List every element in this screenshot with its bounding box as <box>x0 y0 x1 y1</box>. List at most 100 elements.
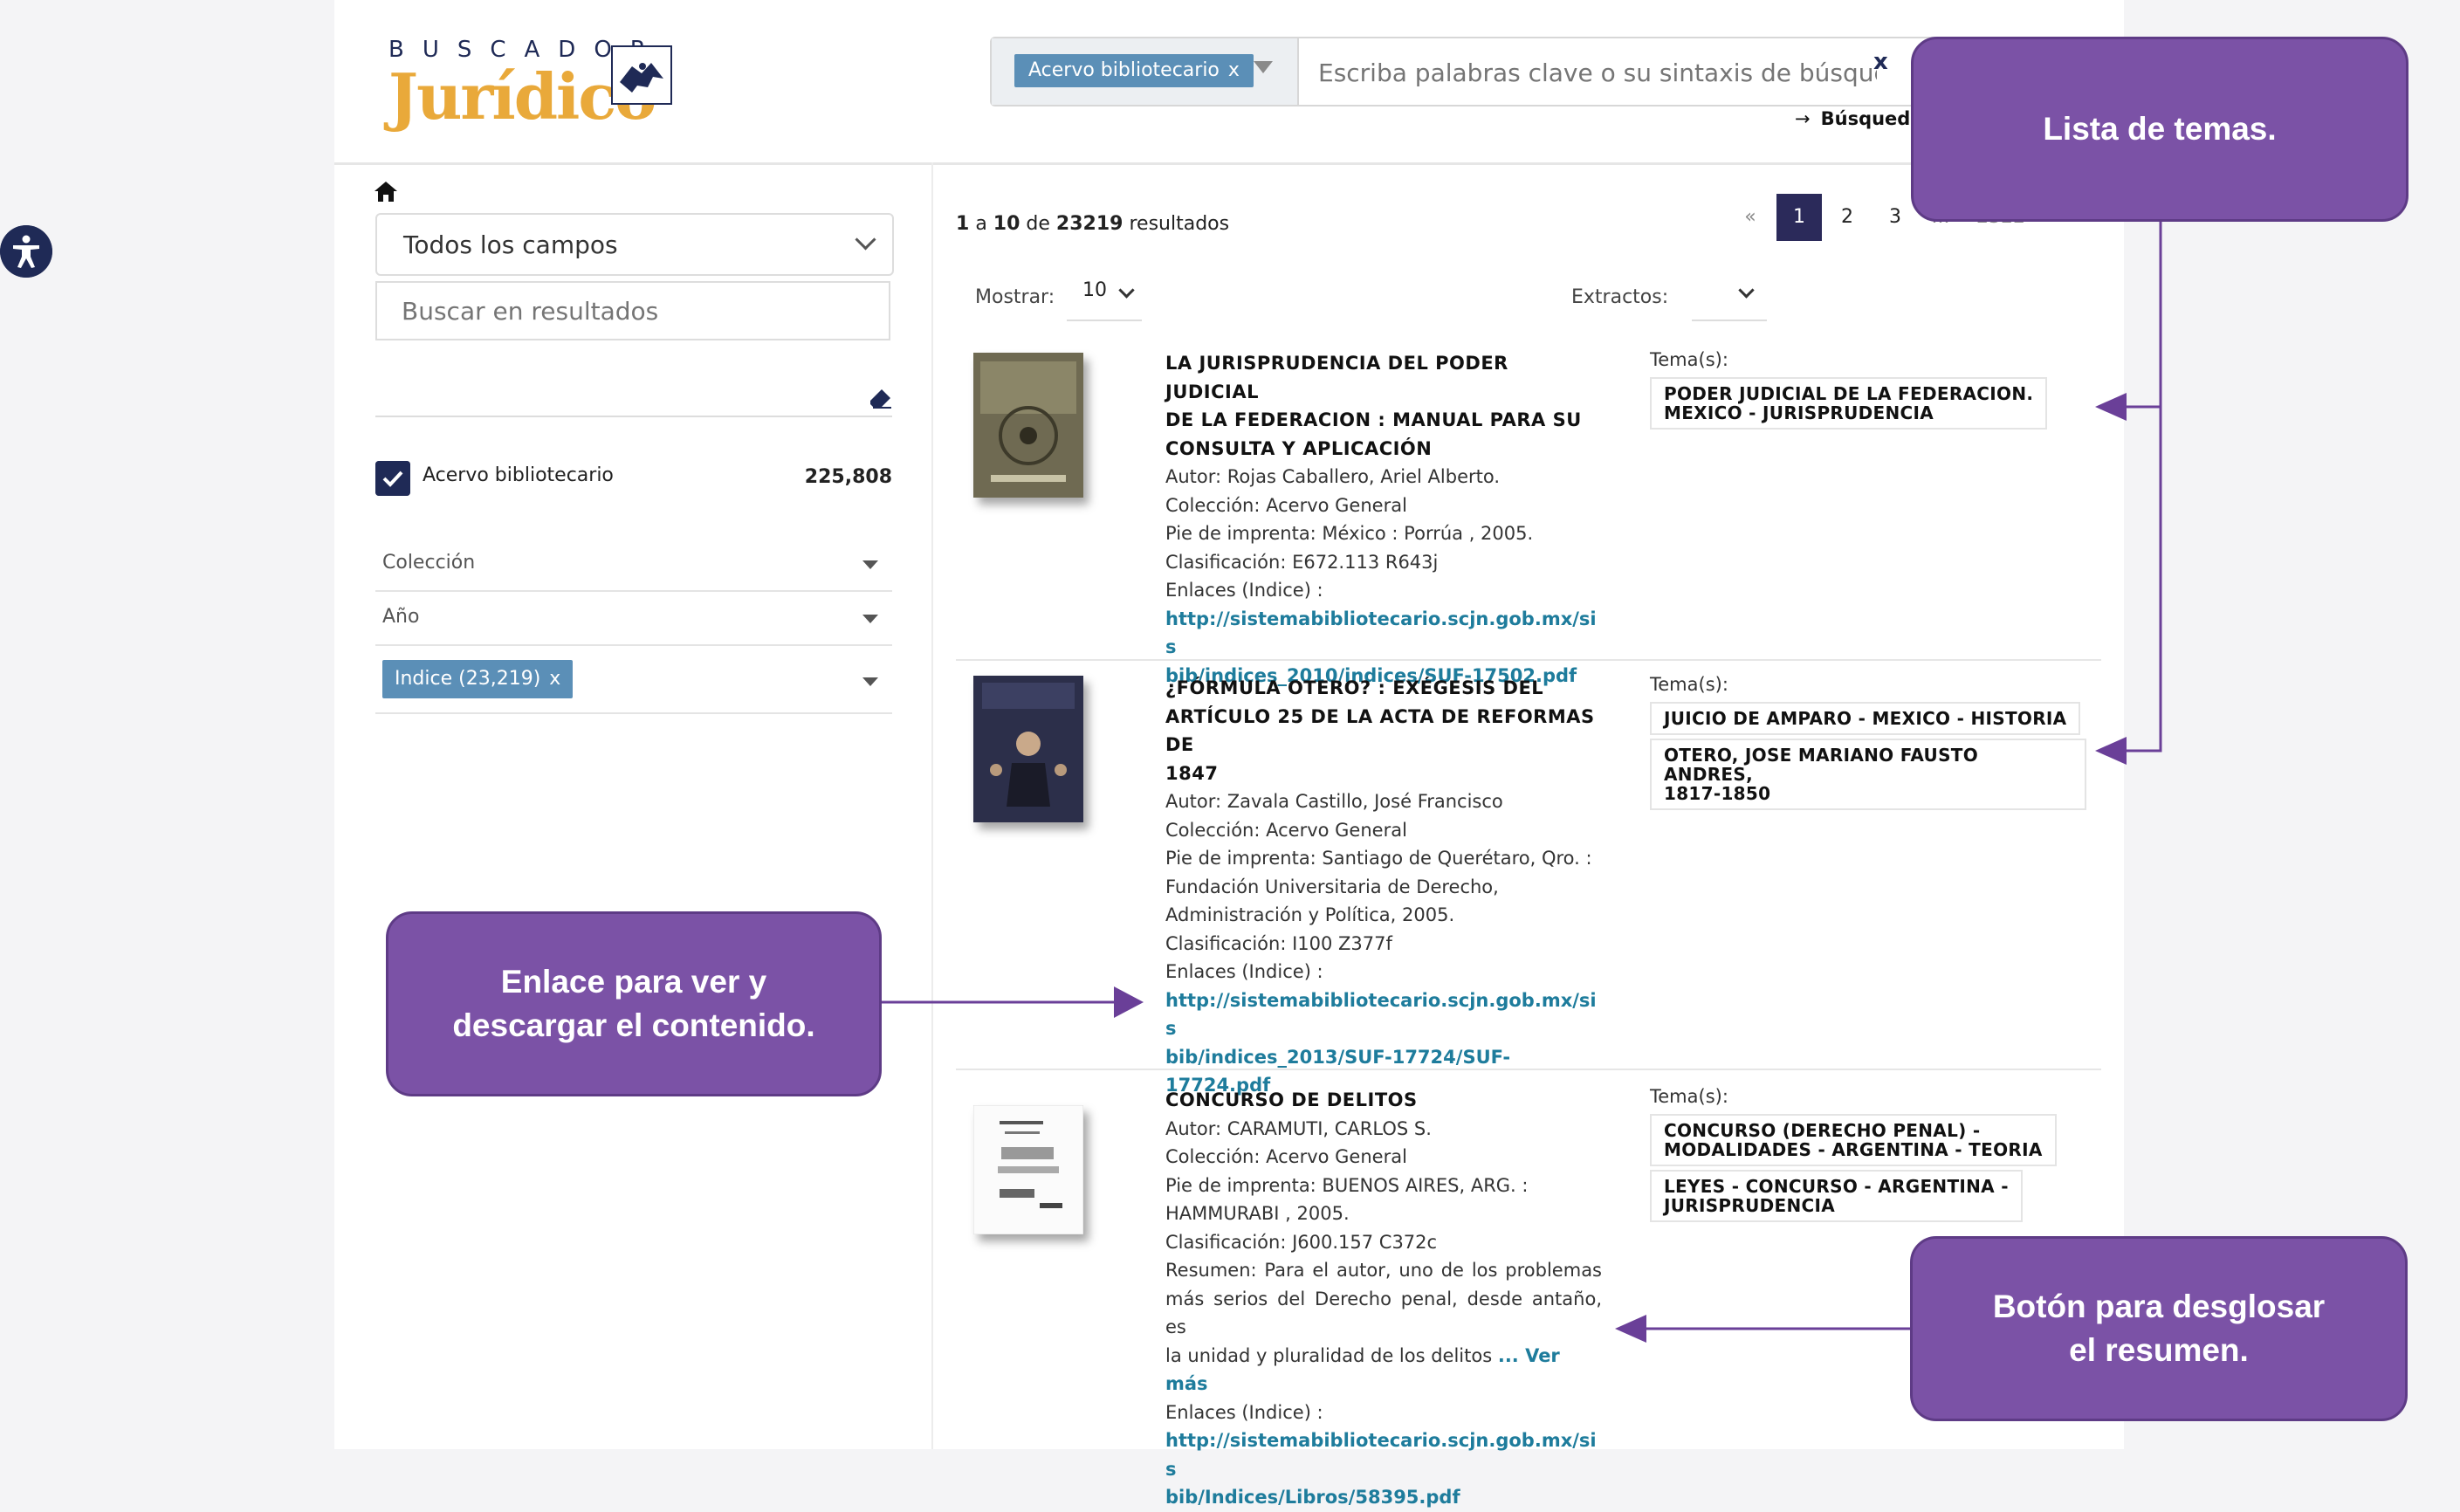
result-body: LA JURISPRUDENCIA DEL PODER JUDICIAL DE … <box>1165 349 1602 690</box>
summary-line: Resumen: Para el autor, uno de los probl… <box>1165 1260 1602 1281</box>
results-total: 23219 <box>1055 213 1123 235</box>
facet-checkbox[interactable] <box>375 461 410 496</box>
topic-tag[interactable]: PODER JUDICIAL DE LA FEDERACION. MEXICO … <box>1650 377 2048 430</box>
book-cover-image[interactable] <box>973 353 1083 498</box>
results-a: a <box>975 213 987 235</box>
extracts-label: Extractos: <box>1571 286 1669 308</box>
result-collection: Colección: Acervo General <box>1165 1146 1407 1167</box>
show-label: Mostrar: <box>975 286 1055 308</box>
book-cover-image[interactable] <box>973 676 1083 822</box>
year-filter-label: Año <box>382 606 420 628</box>
topics-label: Tema(s): <box>1650 349 1728 370</box>
result-classification: Clasificación: J600.157 C372c <box>1165 1231 1438 1253</box>
result-title[interactable]: ¿FÓRMULA OTERO? : EXÉGESIS DEL ARTÍCULO … <box>1165 674 1602 787</box>
result-links-label: Enlaces (Indice) : <box>1165 1401 1323 1423</box>
facet-label: Acervo bibliotecario <box>423 464 614 486</box>
extracts-select[interactable] <box>1692 272 1767 321</box>
scope-selector[interactable]: Acervo bibliotecario x <box>992 38 1299 105</box>
result-title-line: CONSULTA Y APLICACIÓN <box>1165 437 1433 459</box>
result-classification: Clasificación: I100 Z377f <box>1165 932 1392 954</box>
book-cover-image[interactable] <box>973 1105 1083 1234</box>
result-title[interactable]: CONCURSO DE DELITOS <box>1165 1086 1602 1115</box>
accessibility-icon[interactable] <box>0 225 52 278</box>
scope-chip-label: Acervo bibliotecario <box>1028 59 1220 81</box>
eagle-emblem-icon <box>611 45 672 105</box>
caret-down-icon <box>862 677 878 686</box>
callout-summary: Botón para desglosar el resumen. <box>1910 1236 2408 1421</box>
arrow-right-icon: → <box>1795 108 1811 129</box>
topic-tag[interactable]: CONCURSO (DERECHO PENAL) - MODALIDADES -… <box>1650 1114 2057 1166</box>
summary-line: la unidad y pluralidad de los delitos <box>1165 1344 1493 1366</box>
results-search-input[interactable] <box>375 281 890 340</box>
result-author: Autor: Rojas Caballero, Ariel Alberto. <box>1165 466 1501 487</box>
result-title-line: CONCURSO DE DELITOS <box>1165 1089 1418 1110</box>
result-item: ¿FÓRMULA OTERO? : EXÉGESIS DEL ARTÍCULO … <box>956 674 2101 1096</box>
result-topics: Tema(s): JUICIO DE AMPARO - MEXICO - HIS… <box>1650 674 2086 814</box>
result-link-line: bib/Indices/Libros/58395.pdf <box>1165 1487 1460 1508</box>
result-title[interactable]: LA JURISPRUDENCIA DEL PODER JUDICIAL DE … <box>1165 349 1602 463</box>
search-clear-button[interactable]: x <box>1873 49 1888 75</box>
result-title-line: DE LA FEDERACION : MANUAL PARA SU <box>1165 409 1582 430</box>
result-index-link[interactable]: http://sistemabibliotecario.scjn.gob.mx/… <box>1165 986 1602 1100</box>
result-title-line: ¿FÓRMULA OTERO? : EXÉGESIS DEL <box>1165 677 1544 698</box>
results-count: 1 a 10 de 23219 resultados <box>956 213 1229 235</box>
home-icon[interactable] <box>374 180 398 203</box>
result-imprint: Pie de imprenta: Santiago de Querétaro, … <box>1165 848 1592 869</box>
eraser-icon[interactable] <box>869 388 892 409</box>
index-filter[interactable]: Indice (23,219) x <box>375 646 892 714</box>
result-imprint: Pie de imprenta: BUENOS AIRES, ARG. : <box>1165 1174 1529 1196</box>
collection-filter-label: Colección <box>382 552 476 574</box>
search-bar: Acervo bibliotecario x x <box>990 37 1997 107</box>
scope-chip[interactable]: Acervo bibliotecario x <box>1014 54 1254 87</box>
result-imprint: Administración y Política, 2005. <box>1165 904 1455 925</box>
topic-tag[interactable]: OTERO, JOSE MARIANO FAUSTO ANDRES, 1817-… <box>1650 739 2086 810</box>
result-imprint: HAMMURABI , 2005. <box>1165 1203 1350 1224</box>
advanced-search-label: Búsqueda <box>1820 108 1923 129</box>
result-title-line: LA JURISPRUDENCIA DEL PODER JUDICIAL <box>1165 353 1508 402</box>
result-collection: Colección: Acervo General <box>1165 819 1407 841</box>
year-filter[interactable]: Año <box>375 590 892 646</box>
scope-dropdown-icon[interactable] <box>1254 61 1273 73</box>
result-title-line: ARTÍCULO 25 DE LA ACTA DE REFORMAS DE <box>1165 705 1595 756</box>
topic-tag[interactable]: JUICIO DE AMPARO - MEXICO - HISTORIA <box>1650 702 2081 735</box>
callout-topics: Lista de temas. <box>1911 37 2408 222</box>
result-links-label: Enlaces (Indice) : <box>1165 961 1323 982</box>
scope-chip-remove[interactable]: x <box>1228 59 1240 81</box>
result-summary: Resumen: Para el autor, uno de los probl… <box>1165 1256 1602 1399</box>
result-divider <box>956 1069 2101 1070</box>
result-imprint: Fundación Universitaria de Derecho, <box>1165 876 1499 897</box>
page-size-value: 10 <box>1082 279 1107 301</box>
collection-filter[interactable]: Colección <box>375 536 892 592</box>
result-index-link[interactable]: http://sistemabibliotecario.scjn.gob.mx/… <box>1165 1426 1602 1512</box>
result-link-line: http://sistemabibliotecario.scjn.gob.mx/… <box>1165 608 1597 658</box>
site-logo[interactable]: BUSCADOR Jurídico <box>388 33 677 134</box>
pagination-page-1[interactable]: 1 <box>1776 194 1822 241</box>
field-select-value: Todos los campos <box>403 230 618 259</box>
result-body: CONCURSO DE DELITOS Autor: CARAMUTI, CAR… <box>1165 1086 1602 1512</box>
result-link-line: http://sistemabibliotecario.scjn.gob.mx/… <box>1165 989 1597 1040</box>
search-input[interactable] <box>1316 51 1879 94</box>
result-body: ¿FÓRMULA OTERO? : EXÉGESIS DEL ARTÍCULO … <box>1165 674 1602 1100</box>
caret-down-icon <box>862 560 878 569</box>
results-end: 10 <box>993 213 1020 235</box>
topics-label: Tema(s): <box>1650 1086 1728 1107</box>
field-select[interactable]: Todos los campos <box>375 213 894 276</box>
results-suffix: resultados <box>1129 213 1230 235</box>
results-de: de <box>1026 213 1050 235</box>
chevron-down-icon <box>855 229 876 251</box>
facet-count: 225,808 <box>804 466 892 488</box>
index-chip-label: Indice (23,219) <box>395 668 541 690</box>
topic-tag[interactable]: LEYES - CONCURSO - ARGENTINA - JURISPRUD… <box>1650 1170 2023 1222</box>
pagination-first[interactable]: « <box>1737 194 1763 241</box>
divider <box>375 416 892 417</box>
chevron-down-icon <box>1118 282 1135 299</box>
index-chip[interactable]: Indice (23,219) x <box>382 660 574 698</box>
callout-link: Enlace para ver y descargar el contenido… <box>386 911 882 1096</box>
index-chip-remove[interactable]: x <box>549 668 560 690</box>
chevron-down-icon <box>1738 282 1755 299</box>
result-link-line: http://sistemabibliotecario.scjn.gob.mx/… <box>1165 1430 1597 1480</box>
page-size-select[interactable]: 10 <box>1067 272 1142 321</box>
pagination-page-2[interactable]: 2 <box>1824 194 1870 241</box>
result-author: Autor: Zavala Castillo, José Francisco <box>1165 791 1503 812</box>
result-imprint: Pie de imprenta: México : Porrúa , 2005. <box>1165 523 1534 544</box>
